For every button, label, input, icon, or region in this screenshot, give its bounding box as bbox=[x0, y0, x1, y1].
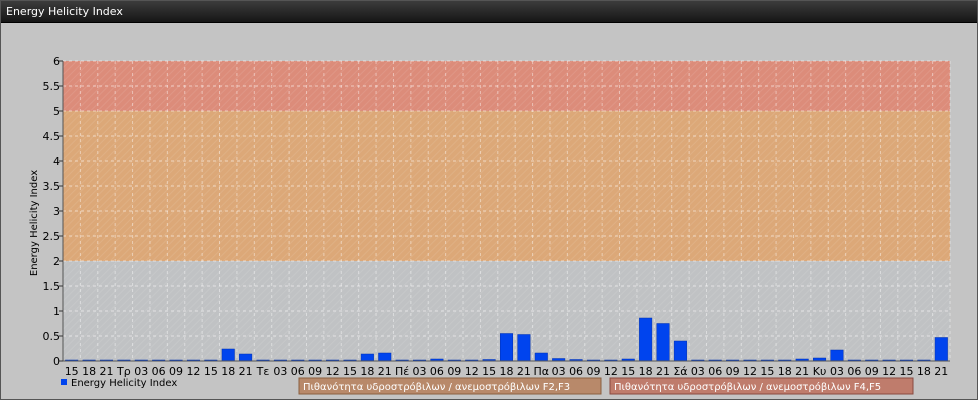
x-tick-label: 12 bbox=[743, 365, 757, 378]
x-tick-label: 06 bbox=[291, 365, 305, 378]
x-tick-label: 21 bbox=[517, 365, 531, 378]
y-tick-label: 3 bbox=[53, 205, 60, 218]
bar bbox=[499, 333, 514, 362]
x-tick-label: Πέ bbox=[395, 365, 409, 378]
bar bbox=[639, 317, 653, 362]
bar bbox=[517, 334, 531, 362]
bar bbox=[378, 352, 392, 362]
x-tick-label: 15 bbox=[482, 365, 496, 378]
y-axis: 0 0.5 1 1.5 2 2.5 3 3.5 4 4.5 5 5.5 6 bbox=[43, 55, 64, 368]
x-tick-label: Πα bbox=[534, 365, 550, 378]
x-tick-label: Κυ bbox=[813, 365, 827, 378]
legend-swatch bbox=[61, 379, 67, 385]
x-tick-label: 21 bbox=[378, 365, 392, 378]
x-tick-label: Τε bbox=[256, 365, 270, 378]
y-tick-label: 5 bbox=[53, 105, 60, 118]
x-tick-label: 12 bbox=[465, 365, 479, 378]
x-tick-label: 06 bbox=[430, 365, 444, 378]
x-tick-label: 15 bbox=[343, 365, 357, 378]
bar bbox=[656, 323, 670, 362]
x-tick-label: 18 bbox=[82, 365, 96, 378]
x-tick-label: 03 bbox=[134, 365, 148, 378]
y-axis-label: Energy Helicity Index bbox=[29, 170, 40, 276]
x-tick-label: 09 bbox=[308, 365, 322, 378]
legend-label: Energy Helicity Index bbox=[71, 378, 177, 389]
x-tick-label: 21 bbox=[656, 365, 670, 378]
x-tick-label: 21 bbox=[795, 365, 809, 378]
y-tick-label: 5.5 bbox=[43, 80, 61, 93]
y-tick-label: 2.5 bbox=[43, 230, 61, 243]
window-title: Energy Helicity Index bbox=[6, 5, 123, 18]
x-tick-label: Σά bbox=[673, 365, 687, 378]
bar bbox=[673, 340, 687, 362]
y-tick-label: 0.5 bbox=[43, 330, 61, 343]
bar bbox=[239, 353, 253, 362]
y-tick-label: 1 bbox=[53, 305, 60, 318]
x-tick-label: 12 bbox=[186, 365, 200, 378]
x-tick-label: 15 bbox=[65, 365, 79, 378]
chart-window: Energy Helicity Index 0 0.5 1 1.5 2 2.5 3 3.5 4 4… bbox=[0, 0, 978, 400]
x-tick-label: 18 bbox=[917, 365, 931, 378]
y-tick-label: 0 bbox=[53, 355, 60, 368]
bar bbox=[360, 353, 374, 362]
band-legend-label-1: Πιθανότητα υδροστρόβιλων / ανεμοστρόβιλω… bbox=[303, 381, 570, 393]
x-tick-label: Τρ bbox=[116, 365, 131, 378]
x-tick-label: 18 bbox=[360, 365, 374, 378]
title-bar: Energy Helicity Index bbox=[1, 1, 977, 23]
band-legend-label-2: Πιθανότητα υδροστρόβιλων / ανεμοστρόβιλω… bbox=[614, 381, 881, 393]
x-tick-label: 09 bbox=[169, 365, 183, 378]
x-tick-label: 18 bbox=[500, 365, 514, 378]
x-tick-label: 15 bbox=[621, 365, 635, 378]
x-tick-label: 03 bbox=[691, 365, 705, 378]
y-tick-label: 2 bbox=[53, 255, 60, 268]
x-tick-label: 15 bbox=[900, 365, 914, 378]
x-tick-label: 12 bbox=[882, 365, 896, 378]
x-tick-label: 09 bbox=[865, 365, 879, 378]
bar bbox=[534, 352, 548, 362]
x-tick-label: 18 bbox=[221, 365, 235, 378]
x-tick-label: 09 bbox=[726, 365, 740, 378]
x-tick-label: 03 bbox=[273, 365, 287, 378]
x-tick-label: 18 bbox=[639, 365, 653, 378]
x-tick-label: 09 bbox=[447, 365, 461, 378]
x-tick-label: 03 bbox=[830, 365, 844, 378]
y-tick-label: 4.5 bbox=[43, 130, 61, 143]
x-tick-label: 09 bbox=[586, 365, 600, 378]
x-tick-label: 15 bbox=[760, 365, 774, 378]
x-tick-label: 21 bbox=[239, 365, 253, 378]
legend: Energy Helicity Index Πιθανότητα υδροστρό… bbox=[61, 377, 914, 395]
y-tick-label: 3.5 bbox=[43, 180, 61, 193]
x-tick-label: 06 bbox=[569, 365, 583, 378]
bar bbox=[934, 337, 948, 362]
x-tick-label: 06 bbox=[152, 365, 166, 378]
x-tick-label: 21 bbox=[934, 365, 948, 378]
bar bbox=[830, 349, 844, 362]
y-tick-label: 6 bbox=[53, 55, 60, 68]
x-axis: 15 18 21 Τρ 03 06 09 12 15 18 21 Τε 03 06 09 12 15 18 21 Πέ… bbox=[63, 360, 950, 378]
x-tick-label: 06 bbox=[708, 365, 722, 378]
x-tick-label: 12 bbox=[326, 365, 340, 378]
y-tick-label: 1.5 bbox=[43, 280, 61, 293]
x-tick-label: 15 bbox=[204, 365, 218, 378]
x-tick-label: 03 bbox=[552, 365, 566, 378]
x-tick-label: 12 bbox=[604, 365, 618, 378]
x-tick-label: 03 bbox=[413, 365, 427, 378]
x-tick-label: 21 bbox=[99, 365, 113, 378]
bar bbox=[221, 348, 235, 362]
x-tick-label: 18 bbox=[778, 365, 792, 378]
x-tick-label: 06 bbox=[847, 365, 861, 378]
energy-helicity-chart: 00.511.522.533.544.555.56 15 18 21 Τρ 03 06 09… bbox=[29, 55, 951, 395]
y-tick-label: 4 bbox=[53, 155, 60, 168]
